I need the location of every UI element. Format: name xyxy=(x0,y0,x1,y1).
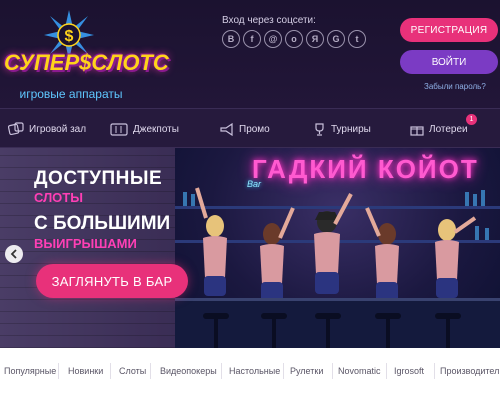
tab-roulette[interactable]: Рулетки xyxy=(290,366,323,376)
lottery-count-badge: 1 xyxy=(466,114,477,125)
promo-headline-3: С БОЛЬШИМИ xyxy=(34,213,171,234)
tab-divider xyxy=(434,363,435,379)
nav-label-jackpots: Джекпоты xyxy=(133,123,179,135)
main-nav: Игровой зал Джекпоты Промо Турниры Лотер… xyxy=(0,108,500,148)
svg-text:$: $ xyxy=(65,28,74,45)
tab-divider xyxy=(332,363,333,379)
promo-headline-4: ВЫИГРЫШАМИ xyxy=(34,236,137,251)
social-login-label: Вход через соцсети: xyxy=(222,15,316,26)
google-icon[interactable]: G xyxy=(327,30,345,48)
tab-divider xyxy=(150,363,151,379)
tab-new[interactable]: Новинки xyxy=(68,366,103,376)
site-logo[interactable]: $ СУПЕР$СЛОТС игровые аппараты xyxy=(2,10,169,101)
register-button[interactable]: РЕГИСТРАЦИЯ xyxy=(400,18,498,42)
tab-slots[interactable]: Слоты xyxy=(119,366,146,376)
mailru-icon[interactable]: @ xyxy=(264,30,282,48)
neon-sign-title: ГАДКИЙ КОЙОТ xyxy=(252,154,479,184)
neon-sign-sub: Bar xyxy=(247,179,262,189)
facebook-icon[interactable]: f xyxy=(243,30,261,48)
forgot-password-link[interactable]: Забыли пароль? xyxy=(424,82,486,91)
nav-label-game-hall: Игровой зал xyxy=(29,123,87,135)
nav-item-tournaments[interactable]: Турниры xyxy=(313,109,371,149)
logo-wordmark: СУПЕР$СЛОТС xyxy=(4,50,169,75)
nav-label-tournaments: Турниры xyxy=(331,123,371,135)
tab-novomatic[interactable]: Novomatic xyxy=(338,366,381,376)
nav-label-promo: Промо xyxy=(239,123,270,135)
promo-headline-2: СЛОТЫ xyxy=(34,190,83,205)
carousel-prev-button[interactable] xyxy=(5,245,23,263)
twitter-icon[interactable]: t xyxy=(348,30,366,48)
tab-divider xyxy=(221,363,222,379)
nav-item-lotteries[interactable]: Лотереи xyxy=(410,109,468,149)
login-button[interactable]: ВОЙТИ xyxy=(400,50,498,74)
odnoklassniki-icon[interactable]: о xyxy=(285,30,303,48)
dice-icon xyxy=(8,122,24,136)
logo-subtitle: игровые аппараты xyxy=(19,87,123,101)
tab-providers[interactable]: Производители xyxy=(440,366,500,376)
visit-bar-button[interactable]: ЗАГЛЯНУТЬ В БАР xyxy=(36,264,188,298)
slot-machine-icon xyxy=(110,122,128,136)
tab-divider xyxy=(386,363,387,379)
vk-icon[interactable]: В xyxy=(222,30,240,48)
yandex-icon[interactable]: Я xyxy=(306,30,324,48)
trophy-icon xyxy=(315,122,324,136)
tab-divider xyxy=(110,363,111,379)
nav-item-game-hall[interactable]: Игровой зал xyxy=(8,109,86,149)
social-login-row: В f @ о Я G t xyxy=(222,30,366,48)
tab-igrosoft[interactable]: Igrosoft xyxy=(394,366,424,376)
tab-popular[interactable]: Популярные xyxy=(4,366,56,376)
promo-headline-1: ДОСТУПНЫЕ xyxy=(34,168,163,189)
gift-icon xyxy=(410,125,424,136)
tab-videopoker[interactable]: Видеопокеры xyxy=(160,366,217,376)
nav-label-lotteries: Лотереи xyxy=(429,123,468,135)
nav-item-jackpots[interactable]: Джекпоты xyxy=(110,109,179,149)
site-header: $ СУПЕР$СЛОТС игровые аппараты Вход чере… xyxy=(0,0,500,108)
tab-divider xyxy=(283,363,284,379)
game-category-tabs: Популярные Новинки Слоты Видеопокеры Нас… xyxy=(0,348,500,400)
tab-divider xyxy=(58,363,59,379)
chevron-left-icon xyxy=(10,249,17,259)
tab-table-games[interactable]: Настольные xyxy=(229,366,280,376)
nav-item-promo[interactable]: Промо xyxy=(220,109,270,149)
megaphone-icon xyxy=(220,122,233,136)
